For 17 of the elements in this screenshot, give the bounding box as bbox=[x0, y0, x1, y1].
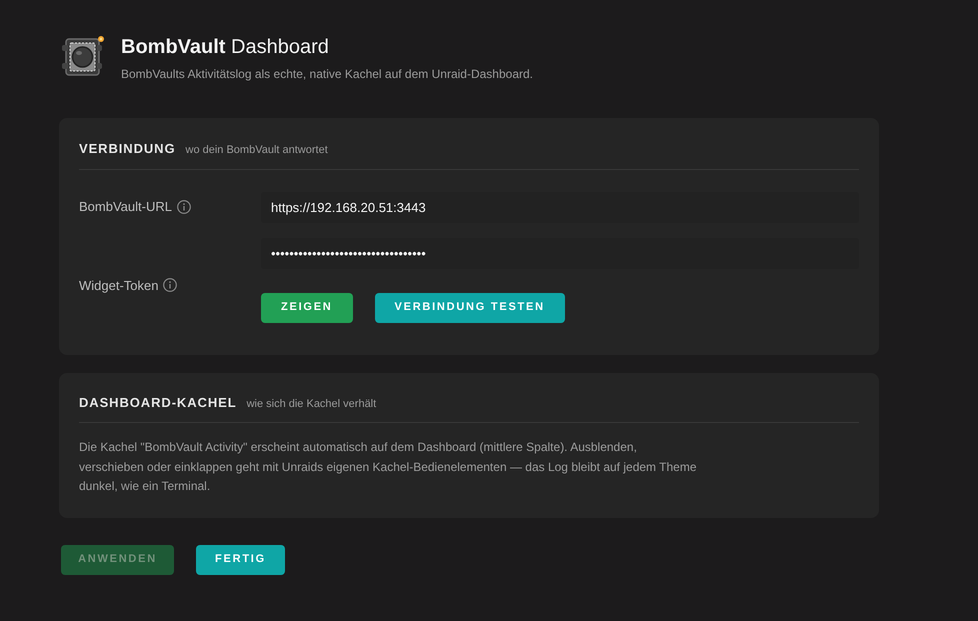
section-hint: wie sich die Kachel verhält bbox=[246, 396, 376, 412]
text-field[interactable]: •••••••••••••••••••••••••••••••••• bbox=[261, 238, 859, 268]
action-button[interactable]: FERTIG bbox=[196, 544, 285, 574]
section-heading: VERBINDUNG bbox=[79, 140, 176, 158]
field-label: Widget-Token bbox=[79, 276, 158, 295]
page-title: BombVault Dashboard bbox=[121, 35, 330, 60]
section-hint: wo dein BombVault antwortet bbox=[186, 143, 328, 158]
action-button[interactable]: VERBINDUNG TESTEN bbox=[374, 292, 565, 322]
info-icon bbox=[176, 200, 191, 214]
info-icon bbox=[163, 278, 178, 292]
description-text: Die Kachel "BombVault Activity" erscheint automatisch auf dem Dashboard (mittlere Spalte). Ausblenden, verschieben oder einklappen geht mit Unraids eigenen Kachel-Bedienelementen — das Log bleibt auf jedem Theme dunkel, wie ein Terminal. bbox=[79, 439, 698, 495]
action-button[interactable]: ZEIGEN bbox=[261, 292, 353, 322]
bomb-safe-icon bbox=[61, 35, 107, 79]
text-field[interactable]: https://192.168.20.51:3443 bbox=[261, 192, 859, 222]
page-subtitle: BombVaults Aktivitätslog als echte, native Kachel auf dem Unraid-Dashboard. bbox=[121, 66, 533, 82]
field-label: BombVault-URL bbox=[79, 198, 172, 216]
section-heading: DASHBOARD-KACHEL bbox=[79, 394, 237, 412]
